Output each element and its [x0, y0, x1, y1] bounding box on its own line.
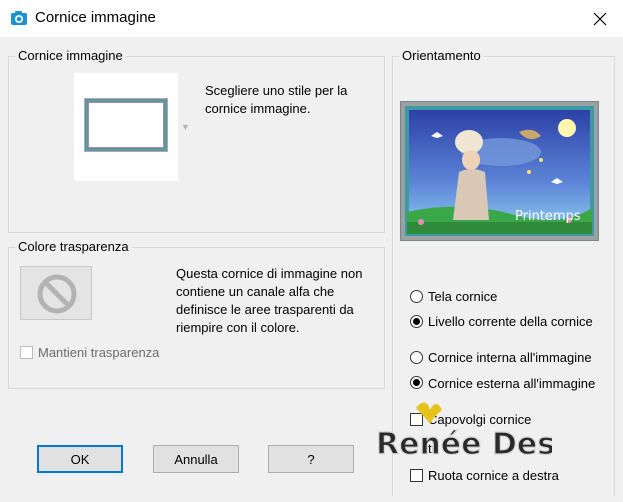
transparency-description: Questa cornice di immagine non contiene …: [176, 266, 363, 335]
frame-description: Scegliere uno stile per la cornice immag…: [205, 83, 348, 116]
keep-transparency-checkbox[interactable]: [20, 346, 33, 359]
prohibited-icon: [37, 274, 77, 314]
ok-button-label: OK: [70, 451, 90, 467]
cancel-button-label: Annulla: [174, 451, 218, 467]
close-button[interactable]: [577, 0, 623, 37]
close-icon: [593, 12, 607, 25]
camera-app-icon: [10, 10, 28, 26]
frame-thumbnail: [85, 99, 167, 151]
frame-style-picker[interactable]: [74, 73, 178, 181]
radio-current-layer[interactable]: [410, 315, 423, 328]
keep-transparency-label: Mantieni trasparenza: [38, 345, 160, 360]
window-title: Cornice immagine: [35, 9, 156, 26]
orientation-preview: Printemps: [400, 101, 599, 241]
help-button[interactable]: ?: [268, 445, 354, 473]
radio-frame-inside[interactable]: [410, 351, 423, 364]
orientation-group-title: Orientamento: [399, 48, 484, 63]
preview-signature: Printemps: [515, 209, 581, 224]
radio-frame-outside[interactable]: [410, 376, 423, 389]
radio-canvas-frame-label: Tela cornice: [428, 289, 498, 304]
orientation-preview-image: Printemps: [405, 106, 594, 236]
cancel-button[interactable]: Annulla: [153, 445, 239, 473]
title-bar: Cornice immagine: [0, 0, 623, 37]
frame-group-title: Cornice immagine: [15, 48, 126, 63]
chevron-down-icon[interactable]: ▼: [181, 122, 190, 132]
watermark-logo: Renée Design: [372, 398, 609, 472]
transparency-group-title: Colore trasparenza: [15, 239, 132, 254]
radio-frame-inside-label: Cornice interna all'immagine: [428, 350, 592, 365]
help-button-label: ?: [307, 451, 315, 467]
radio-frame-outside-label: Cornice esterna all'immagine: [428, 376, 596, 391]
ok-button[interactable]: OK: [37, 445, 123, 473]
watermark-text: Renée Design: [376, 427, 552, 462]
radio-canvas-frame[interactable]: [410, 290, 423, 303]
radio-current-layer-label: Livello corrente della cornice: [428, 314, 593, 329]
transparency-color-swatch: [20, 266, 92, 320]
